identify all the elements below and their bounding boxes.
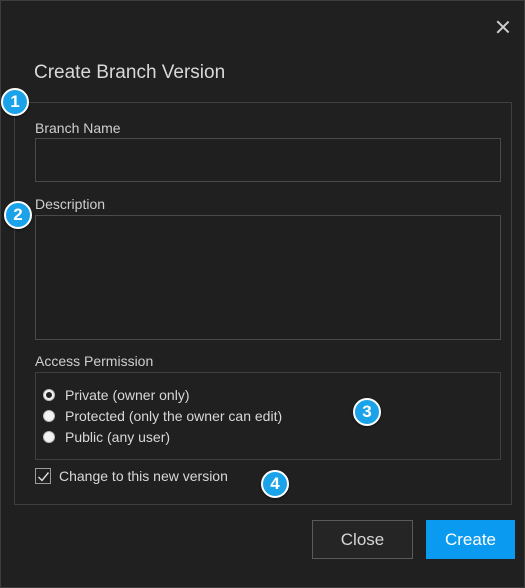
dialog-title: Create Branch Version — [34, 62, 226, 83]
callout-badge-2: 2 — [4, 201, 32, 229]
radio-label: Private (owner only) — [65, 387, 190, 403]
radio-label: Protected (only the owner can edit) — [65, 408, 283, 424]
access-permission-label: Access Permission — [35, 353, 154, 369]
change-version-checkbox[interactable] — [35, 468, 51, 484]
close-button[interactable]: Close — [312, 520, 413, 559]
callout-badge-3: 3 — [353, 398, 381, 426]
callout-badge-4: 4 — [261, 470, 289, 498]
radio-button[interactable] — [43, 389, 55, 401]
create-branch-version-dialog: Create Branch Version Branch Name Descri… — [0, 0, 525, 588]
branch-name-label: Branch Name — [35, 120, 121, 136]
create-button[interactable]: Create — [426, 520, 515, 559]
description-label: Description — [35, 196, 106, 212]
radio-button[interactable] — [43, 410, 55, 422]
radio-label: Public (any user) — [65, 429, 171, 445]
checkmark-icon — [38, 472, 50, 482]
radio-protected[interactable]: Protected (only the owner can edit) — [43, 407, 282, 425]
close-icon[interactable] — [494, 18, 512, 36]
callout-badge-1: 1 — [1, 88, 29, 116]
radio-public[interactable]: Public (any user) — [43, 428, 170, 446]
branch-name-input[interactable] — [35, 138, 501, 182]
change-version-checkbox-row[interactable]: Change to this new version — [35, 468, 228, 484]
radio-private[interactable]: Private (owner only) — [43, 386, 190, 404]
radio-button[interactable] — [43, 431, 55, 443]
change-version-label: Change to this new version — [59, 468, 228, 484]
description-textarea[interactable] — [35, 215, 501, 340]
